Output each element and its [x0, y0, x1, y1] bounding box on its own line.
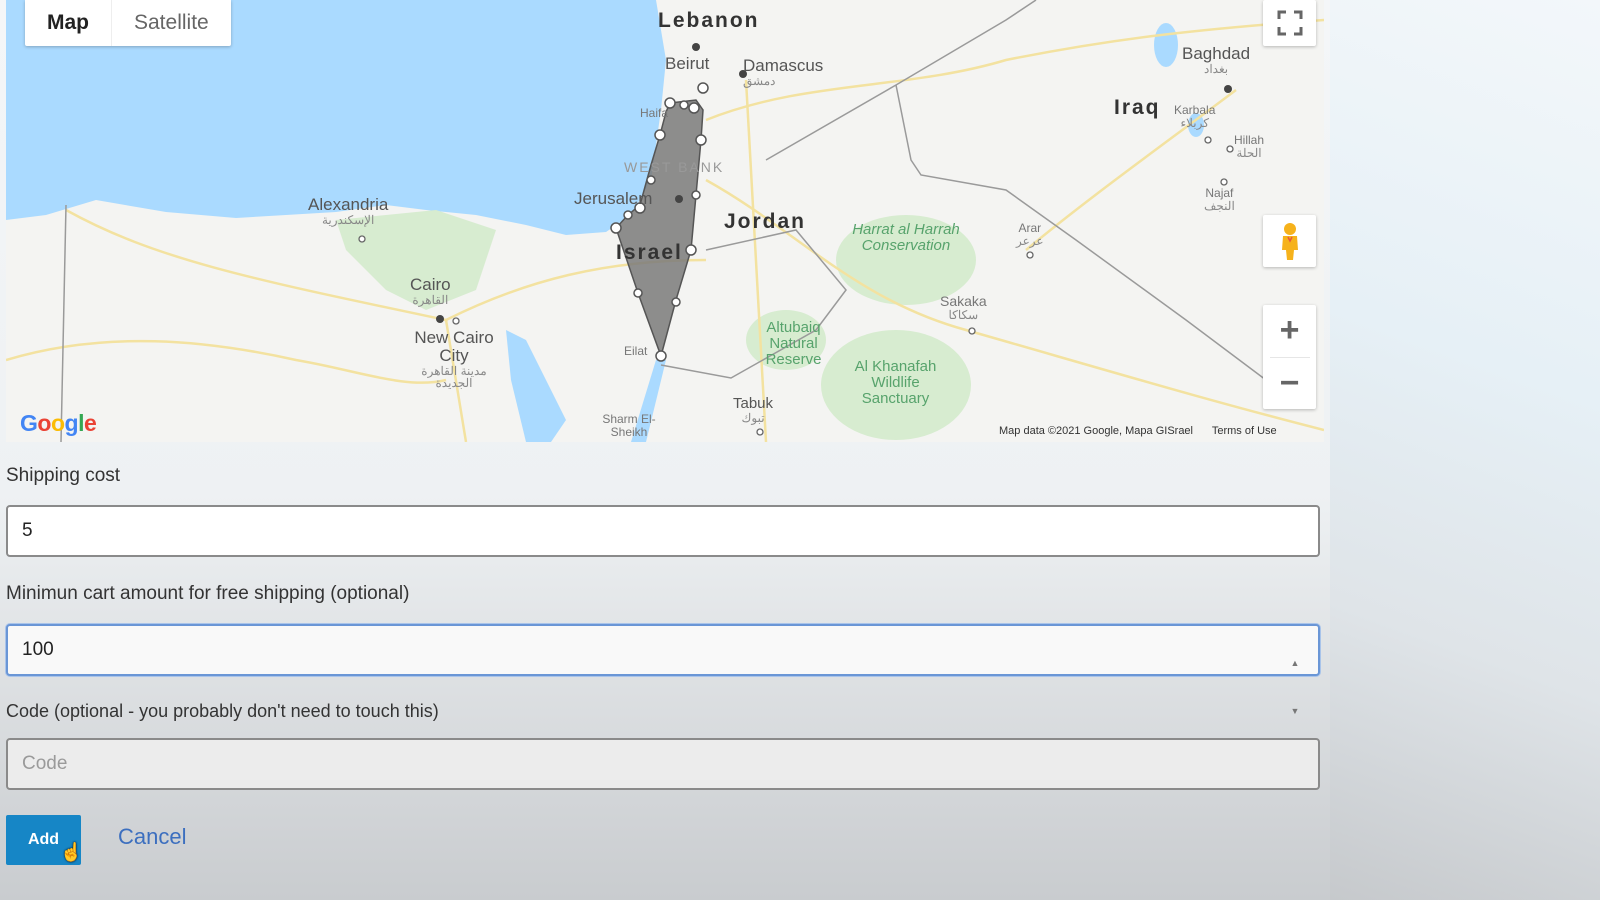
label-altubaiq: Altubaiq Natural Reserve	[765, 319, 822, 368]
shipping-cost-input[interactable]: 5	[6, 505, 1320, 557]
label-damascus: Damascus دمشق	[743, 56, 824, 88]
page-background	[1330, 0, 1600, 900]
terms-of-use-link[interactable]: Terms of Use	[1212, 425, 1277, 437]
lake	[1154, 23, 1178, 67]
map-data-text: Map data ©2021 Google, Mapa GISrael	[999, 425, 1193, 437]
label-haifa: Haifa	[640, 106, 669, 120]
min-cart-input[interactable]: 100 ▲ ▼	[6, 624, 1320, 716]
map-type-map-button[interactable]: Map	[25, 0, 111, 46]
cancel-link[interactable]: Cancel	[118, 824, 186, 850]
fullscreen-button[interactable]	[1263, 0, 1316, 46]
street-view-pegman[interactable]	[1263, 215, 1316, 267]
label-beirut: Beirut	[665, 54, 710, 73]
label-jordan: Jordan	[724, 210, 807, 233]
google-logo[interactable]: Google	[20, 410, 97, 437]
label-najaf: Najaf النجف	[1204, 186, 1235, 213]
map-type-satellite-button[interactable]: Satellite	[111, 0, 231, 46]
label-israel: Israel	[616, 241, 683, 264]
label-lebanon: Lebanon	[658, 9, 760, 32]
hand-cursor-icon: ☝	[60, 842, 83, 862]
spinner-down-icon[interactable]: ▼	[1291, 687, 1300, 735]
zoom-out-button[interactable]: −	[1263, 357, 1316, 409]
label-west-bank: WEST BANK	[624, 159, 725, 175]
zoom-in-button[interactable]: +	[1263, 305, 1316, 357]
shipping-cost-label: Shipping cost	[6, 465, 121, 486]
label-iraq: Iraq	[1114, 96, 1161, 119]
min-cart-label: Minimun cart amount for free shipping (o…	[6, 583, 410, 604]
label-harrat: Harrat al Harrah Conservation	[852, 221, 960, 254]
label-sharm: Sharm El-Sheikh	[602, 412, 656, 439]
label-alexandria: Alexandria الإسكندرية	[308, 195, 389, 227]
fullscreen-icon	[1277, 10, 1302, 36]
gulf-suez	[506, 330, 566, 442]
spinner-up-icon[interactable]: ▲	[1291, 639, 1300, 687]
code-label: Code (optional - you probably don't need…	[6, 701, 439, 721]
label-eilat: Eilat	[624, 344, 648, 358]
map-attribution: Map data ©2021 Google, Mapa GISrael Term…	[999, 425, 1293, 437]
pegman-icon	[1281, 223, 1298, 260]
label-tabuk: Tabuk تبوك	[733, 395, 774, 425]
label-jerusalem: Jerusalem	[574, 189, 653, 208]
label-khanafah: Al Khanafah Wildlife Sanctuary	[854, 358, 937, 407]
map-type-control: Map Satellite	[25, 0, 231, 46]
map-container[interactable]: Lebanon Jordan Iraq Israel Beirut Damasc…	[6, 0, 1324, 442]
min-cart-value: 100	[22, 639, 54, 660]
label-baghdad: Baghdad بغداد	[1182, 44, 1251, 76]
zoom-control: + −	[1263, 305, 1316, 409]
label-new-cairo: New Cairo City مدينة القاهرة الجديدة	[414, 328, 494, 391]
label-arar: Arar عرعر	[1016, 221, 1044, 248]
code-input[interactable]: Code	[6, 738, 1320, 790]
label-cairo: Cairo القاهرة	[410, 275, 451, 307]
label-sakaka: Sakaka سكاكا	[940, 293, 987, 322]
label-hillah: Hillah الحلة	[1234, 133, 1265, 160]
label-karbala: Karbala كربلاء	[1174, 103, 1216, 130]
number-spinner[interactable]: ▲ ▼	[1288, 639, 1302, 716]
